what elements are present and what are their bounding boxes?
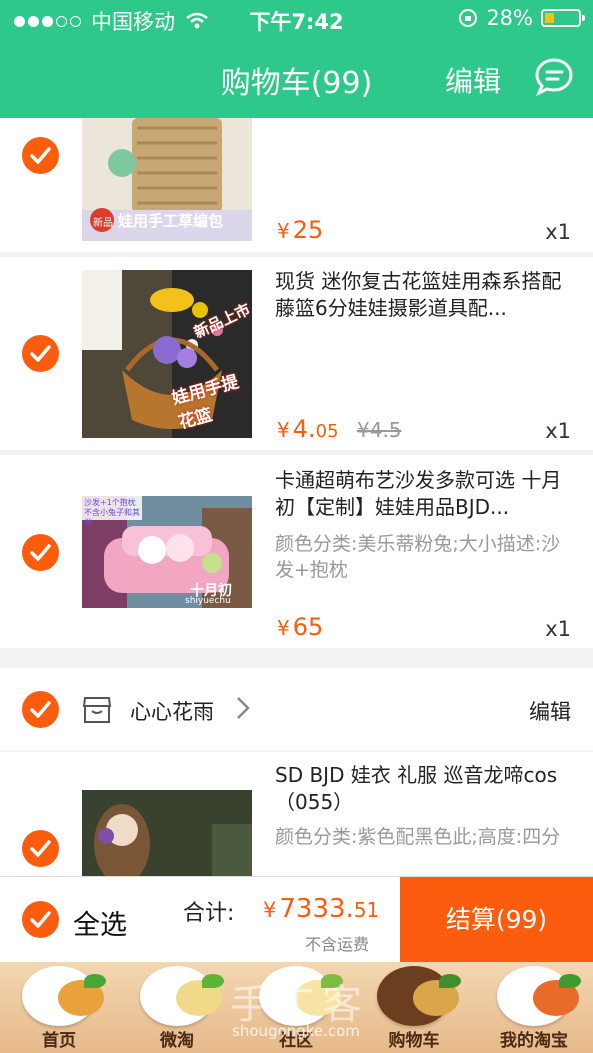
check-icon bbox=[30, 911, 51, 928]
product-image[interactable]: 新品 娃用手工草编包 bbox=[82, 118, 252, 241]
item-quantity: x1 bbox=[545, 419, 571, 443]
select-all-label[interactable]: 全选 bbox=[73, 903, 127, 942]
tab-home[interactable]: 首页 bbox=[0, 962, 118, 1053]
item-sku: 颜色分类:美乐蒂粉兔;大小描述:沙发+抱枕 bbox=[275, 533, 561, 581]
cart-item[interactable]: SD BJD 娃衣 礼服 巡音龙啼cos （055） 颜色分类:紫色配黑色此;高… bbox=[0, 752, 593, 876]
chevron-right-icon[interactable] bbox=[236, 696, 250, 720]
tab-weitao[interactable]: 微淘 bbox=[118, 962, 236, 1053]
shop-name[interactable]: 心心花雨 bbox=[130, 696, 214, 726]
tab-label: 我的淘宝 bbox=[500, 1031, 568, 1051]
item-price-value: 4. bbox=[292, 415, 316, 443]
settle-button[interactable]: 结算(99) bbox=[400, 877, 593, 963]
total-amount-decimal: 51 bbox=[353, 898, 380, 922]
total-label: 合计: bbox=[183, 901, 235, 926]
battery-icon bbox=[541, 9, 585, 27]
edit-button[interactable]: 编辑 bbox=[445, 60, 501, 100]
tab-cart[interactable]: 购物车 bbox=[355, 962, 473, 1053]
tab-bar: 首页 微淘 社区 购物车 我的淘宝 手工客 shougongke.com bbox=[0, 962, 593, 1053]
check-icon bbox=[30, 345, 51, 362]
item-original-price: ¥4.5 bbox=[357, 418, 402, 442]
currency-symbol: ¥ bbox=[277, 219, 290, 243]
shop-checkbox[interactable] bbox=[22, 691, 59, 728]
tab-my-taobao[interactable]: 我的淘宝 bbox=[475, 962, 593, 1053]
cart-item[interactable]: 新品 娃用手工草编包 ¥25 x1 bbox=[0, 118, 593, 252]
currency-symbol: ¥ bbox=[277, 616, 290, 640]
cart-list[interactable]: 新品 娃用手工草编包 ¥25 x1 新品上市 娃用手提花篮 现货 迷你复古花篮娃… bbox=[0, 118, 593, 876]
total-amount: ¥7333.51 bbox=[263, 894, 379, 924]
cart-item[interactable]: 沙发+1个抱枕 不含小兔子和其他 十月初 shiyuechu 卡通超萌布艺沙发多… bbox=[0, 455, 593, 648]
tab-label: 微淘 bbox=[160, 1031, 194, 1051]
shop-header[interactable]: 心心花雨 编辑 bbox=[0, 668, 593, 750]
check-icon bbox=[30, 840, 51, 857]
item-price-value: 65 bbox=[292, 613, 324, 641]
product-image-badge: 新品 bbox=[93, 218, 113, 229]
message-icon[interactable] bbox=[533, 56, 575, 98]
item-checkbox[interactable] bbox=[22, 137, 59, 174]
item-price: ¥25 bbox=[277, 216, 323, 244]
tab-label: 首页 bbox=[42, 1031, 76, 1051]
home-icon bbox=[22, 966, 106, 1026]
item-quantity: x1 bbox=[545, 220, 571, 244]
cart-item[interactable]: 新品上市 娃用手提花篮 现货 迷你复古花篮娃用森系搭配藤篮6分娃娃摄影道具配..… bbox=[0, 257, 593, 450]
item-quantity: x1 bbox=[545, 617, 571, 641]
item-price-decimal: 05 bbox=[315, 421, 339, 442]
battery-percent: 28% bbox=[486, 6, 533, 30]
item-sku: 颜色分类:紫色配黑色此;高度:四分 bbox=[275, 826, 561, 848]
shipping-note: 不含运费 bbox=[305, 935, 370, 954]
product-image-badge: 沙发+1个抱枕 不含小兔子和其他 bbox=[84, 498, 140, 527]
page-title: 购物车(99) bbox=[220, 66, 373, 101]
item-price: ¥65 bbox=[277, 613, 323, 641]
watermark-url: shougongke.com bbox=[232, 1022, 360, 1040]
item-price: ¥4.05 bbox=[277, 415, 339, 443]
weitao-icon bbox=[140, 966, 224, 1026]
product-image-caption-latin: shiyuechu bbox=[185, 596, 231, 606]
check-icon bbox=[30, 701, 51, 718]
item-checkbox[interactable] bbox=[22, 534, 59, 571]
item-price-value: 25 bbox=[292, 216, 324, 244]
cart-icon bbox=[377, 966, 461, 1026]
check-icon bbox=[30, 544, 51, 561]
select-all-checkbox[interactable] bbox=[22, 901, 59, 938]
product-image[interactable] bbox=[82, 764, 252, 876]
item-checkbox[interactable] bbox=[22, 335, 59, 372]
item-checkbox[interactable] bbox=[22, 830, 59, 867]
product-image[interactable]: 新品上市 娃用手提花篮 bbox=[82, 270, 252, 438]
currency-symbol: ¥ bbox=[277, 418, 290, 442]
product-image[interactable]: 沙发+1个抱枕 不含小兔子和其他 十月初 shiyuechu bbox=[82, 468, 252, 636]
item-title[interactable]: SD BJD 娃衣 礼服 巡音龙啼cos （055） bbox=[275, 762, 575, 816]
currency-symbol: ¥ bbox=[263, 898, 277, 922]
item-title[interactable]: 卡通超萌布艺沙发多款可选 十月初【定制】娃娃用品BJD... bbox=[275, 467, 575, 521]
nav-bar: 购物车(99) 编辑 bbox=[0, 38, 593, 118]
shop-edit-button[interactable]: 编辑 bbox=[529, 696, 571, 726]
rotation-lock-icon bbox=[459, 9, 478, 27]
check-icon bbox=[30, 147, 51, 164]
item-title[interactable]: 现货 迷你复古花篮娃用森系搭配藤篮6分娃娃摄影道具配... bbox=[275, 268, 575, 322]
total-amount-value: 7333. bbox=[279, 894, 354, 924]
my-taobao-icon bbox=[497, 966, 581, 1026]
product-image-caption: 娃用手工草编包 bbox=[118, 212, 224, 230]
status-bar: 中国移动 下午7:42 28% bbox=[0, 0, 593, 38]
store-icon bbox=[82, 697, 112, 723]
tab-label: 购物车 bbox=[388, 1031, 440, 1051]
checkout-bar: 全选 合计: ¥7333.51 不含运费 结算(99) bbox=[0, 876, 593, 963]
